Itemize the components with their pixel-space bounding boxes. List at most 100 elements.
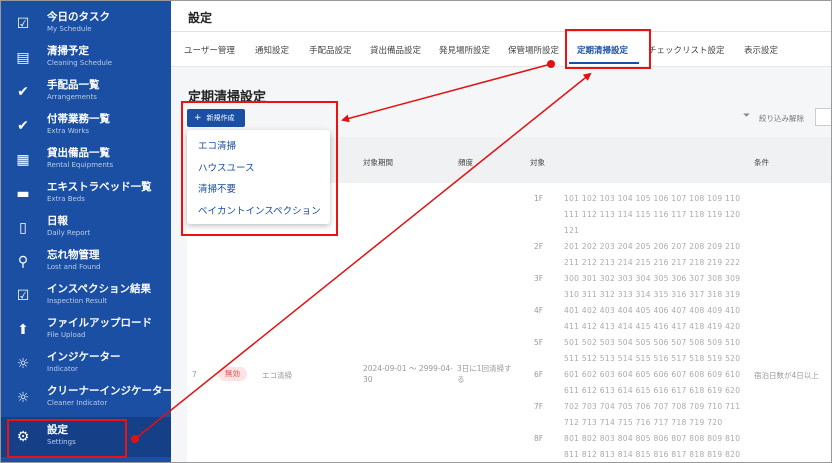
- room-list: 712 713 714 715 716 717 718 719 720: [564, 418, 723, 427]
- tab-checklist-settings[interactable]: チェックリスト設定: [648, 44, 725, 56]
- sidebar-item-sublabel: Lost and Found: [47, 263, 101, 271]
- room-list: 611 612 613 614 615 616 617 618 619 620: [564, 386, 741, 395]
- sidebar-item-rental-equipments[interactable]: ▦ 貸出備品一覧 Rental Equipments: [0, 143, 171, 177]
- calendar-edit-icon: ▤: [16, 50, 30, 66]
- sidebar-item-sublabel: Extra Beds: [47, 195, 85, 203]
- sidebar-item-inspection-result[interactable]: ☑ インスペクション結果 Inspection Result: [0, 279, 171, 313]
- tab-user-management[interactable]: ユーザー管理: [184, 44, 235, 56]
- sidebar-item-label: 付帯業務一覧: [47, 113, 110, 125]
- room-list: 401 402 403 404 405 406 407 408 409 410: [564, 306, 741, 315]
- sidebar-item-sublabel: Cleaner Indicator: [47, 399, 108, 407]
- sidebar-item-lost-and-found[interactable]: ⚲ 忘れ物管理 Lost and Found: [0, 245, 171, 279]
- room-list: 111 112 113 114 115 116 117 118 119 120: [564, 210, 741, 219]
- sidebar-item-label: エキストラベッド一覧: [47, 181, 152, 193]
- bed-icon: ▬: [16, 186, 30, 202]
- filter-clear-button[interactable]: 絞り込み解除: [759, 113, 804, 124]
- tab-display-settings[interactable]: 表示設定: [744, 44, 778, 56]
- sidebar-item-cleaner-indicator[interactable]: ☼ クリーナーインジケーター Cleaner Indicator: [0, 381, 171, 415]
- floor-label: 2F: [534, 242, 544, 251]
- sidebar-item-sublabel: My Schedule: [47, 25, 92, 33]
- room-list: 702 703 704 705 706 707 708 709 710 711: [564, 402, 741, 411]
- floor-label: 8F: [534, 434, 544, 443]
- room-list: 811 812 813 814 815 816 817 818 819 820: [564, 450, 741, 459]
- sidebar-item-label: 忘れ物管理: [47, 249, 100, 261]
- sidebar-item-label: 今日のタスク: [47, 11, 110, 23]
- sidebar-item-sublabel: Cleaning Schedule: [47, 59, 113, 67]
- search-icon: ⚲: [17, 254, 29, 270]
- period-line: 30: [363, 375, 373, 384]
- room-list: 601 602 603 604 605 606 607 608 609 610: [564, 370, 741, 379]
- annotation-box-settings: [7, 419, 127, 458]
- upload-icon: ⬆: [17, 322, 29, 338]
- sidebar-item-sublabel: Indicator: [47, 365, 78, 373]
- sidebar-item-sublabel: Extra Works: [47, 127, 90, 135]
- frequency: 3日に1回清掃す る: [457, 363, 519, 385]
- sidebar-item-label: ファイルアップロード: [47, 317, 152, 329]
- sidebar-item-label: インジケーター: [47, 351, 121, 363]
- sidebar-item-sublabel: Arrangements: [47, 93, 97, 101]
- room-list: 101 102 103 104 105 106 107 108 109 110: [564, 194, 741, 203]
- sidebar: ☑ 今日のタスク My Schedule ▤ 清掃予定 Cleaning Sch…: [0, 0, 171, 463]
- frequency-line: 3日に1回清掃す: [457, 364, 512, 373]
- annotation-box-tab: [565, 29, 651, 69]
- header-frequency: 頻度: [458, 158, 473, 167]
- sidebar-item-file-upload[interactable]: ⬆ ファイルアップロード File Upload: [0, 313, 171, 347]
- sidebar-item-label: 貸出備品一覧: [47, 147, 110, 159]
- calendar-check-icon: ☑: [16, 288, 30, 304]
- room-list: 300 301 302 303 304 305 306 307 308 309: [564, 274, 741, 283]
- sidebar-item-label: クリーナーインジケーター: [47, 385, 171, 397]
- room-list: 211 212 213 214 215 216 217 218 219 222: [564, 258, 741, 267]
- sidebar-item-extra-works[interactable]: ✔ 付帯業務一覧 Extra Works: [0, 109, 171, 143]
- floor-label: 7F: [534, 402, 544, 411]
- annotation-box-dropdown: [181, 101, 338, 236]
- room-list: 801 802 803 804 805 806 807 808 809 810: [564, 434, 741, 443]
- sidebar-item-label: 清掃予定: [47, 45, 89, 57]
- sun-icon: ☼: [16, 390, 30, 406]
- tab-found-location-settings[interactable]: 発見場所設定: [439, 44, 490, 56]
- status-badge: 無効: [218, 367, 247, 381]
- room-list: 501 502 503 504 505 506 507 508 509 510: [564, 338, 741, 347]
- clipboard-check-icon: ✔: [17, 84, 29, 100]
- period-line: 2024-09-01 〜 2999-04-: [363, 364, 453, 373]
- header-period: 対象期間: [363, 158, 393, 167]
- room-list: 411 412 413 414 415 416 417 418 419 420: [564, 322, 741, 331]
- sidebar-item-sublabel: Rental Equipments: [47, 161, 114, 169]
- frequency-line: る: [457, 375, 465, 384]
- sidebar-item-sublabel: File Upload: [47, 331, 86, 339]
- screenshot-frame: ☑ 今日のタスク My Schedule ▤ 清掃予定 Cleaning Sch…: [0, 0, 832, 463]
- tab-rental-settings[interactable]: 貸出備品設定: [370, 44, 421, 56]
- header-target: 対象: [530, 158, 545, 167]
- calendar-check-icon: ☑: [16, 16, 30, 32]
- settings-tabs: ユーザー管理 通知設定 手配品設定 貸出備品設定 発見場所設定 保管場所設定 定…: [171, 32, 832, 66]
- tab-storage-location-settings[interactable]: 保管場所設定: [508, 44, 559, 56]
- floor-label: 1F: [534, 194, 544, 203]
- cleaning-type: エコ清掃: [262, 371, 292, 380]
- room-list: 201 202 203 204 205 206 207 208 209 210: [564, 242, 741, 251]
- sidebar-item-cleaning-schedule[interactable]: ▤ 清掃予定 Cleaning Schedule: [0, 41, 171, 75]
- sidebar-item-label: 日報: [47, 215, 68, 227]
- sidebar-item-sublabel: Inspection Result: [47, 297, 108, 305]
- tab-arrangement-settings[interactable]: 手配品設定: [309, 44, 352, 56]
- sidebar-item-label: インスペクション結果: [47, 283, 152, 295]
- floor-label: 3F: [534, 274, 544, 283]
- clipboard-icon: ▯: [19, 220, 27, 236]
- sidebar-item-arrangements[interactable]: ✔ 手配品一覧 Arrangements: [0, 75, 171, 109]
- floor-label: 6F: [534, 370, 544, 379]
- tab-notification-settings[interactable]: 通知設定: [255, 44, 289, 56]
- room-list: 121: [564, 226, 580, 235]
- room-list: 511 512 513 514 515 516 517 518 519 520: [564, 354, 741, 363]
- floor-label: 4F: [534, 306, 544, 315]
- room-list: 310 311 312 313 314 315 316 317 318 319: [564, 290, 741, 299]
- filter-off-icon: ⏷: [743, 111, 751, 121]
- header-condition: 条件: [754, 158, 769, 167]
- target-period: 2024-09-01 〜 2999-04- 30: [363, 363, 453, 385]
- sidebar-item-sublabel: Daily Report: [47, 229, 91, 237]
- sidebar-item-extra-beds[interactable]: ▬ エキストラベッド一覧 Extra Beds: [0, 177, 171, 211]
- sidebar-item-daily-report[interactable]: ▯ 日報 Daily Report: [0, 211, 171, 245]
- sidebar-item-my-schedule[interactable]: ☑ 今日のタスク My Schedule: [0, 7, 171, 41]
- floor-label: 5F: [534, 338, 544, 347]
- filter-input[interactable]: [815, 108, 832, 126]
- sidebar-item-indicator[interactable]: ☼ インジケーター Indicator: [0, 347, 171, 381]
- sidebar-item-label: 手配品一覧: [47, 79, 100, 91]
- row-number: 7: [192, 370, 197, 379]
